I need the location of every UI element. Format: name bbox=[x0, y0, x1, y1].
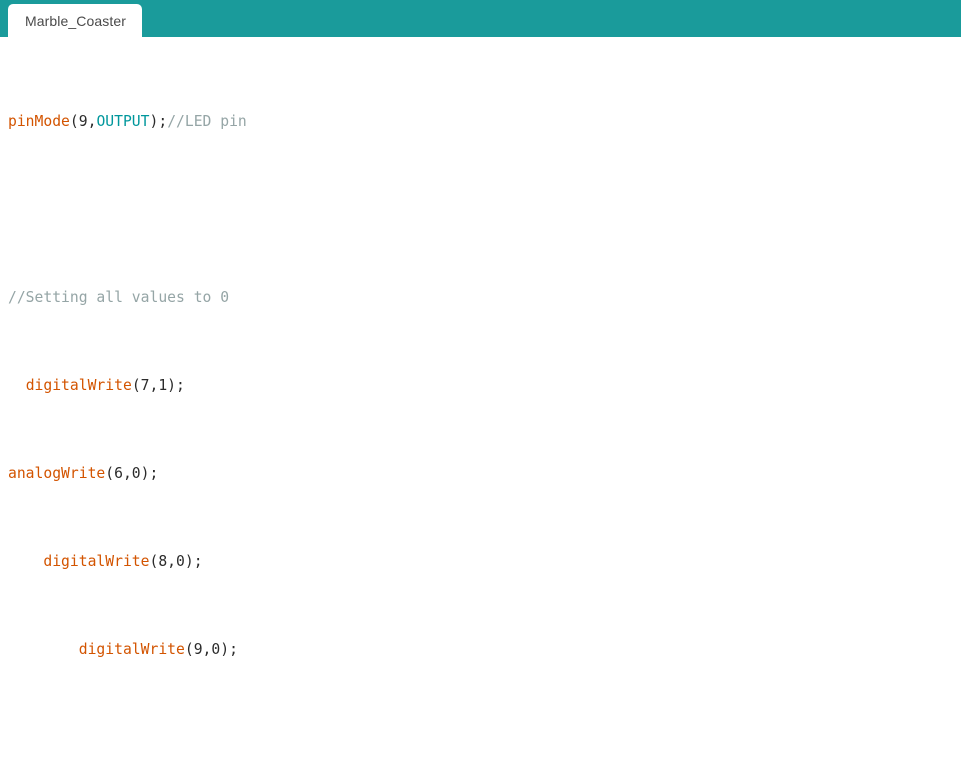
code-editor[interactable]: pinMode(9,OUTPUT);//LED pin //Setting al… bbox=[0, 37, 961, 772]
code-line: digitalWrite(9,0); bbox=[8, 639, 961, 661]
editor-tab-bar: Marble_Coaster bbox=[0, 0, 961, 37]
token-comment: //Setting all values to 0 bbox=[8, 289, 230, 306]
token-punctuation: (7,1); bbox=[131, 377, 185, 394]
token-comment: //LED pin bbox=[167, 113, 247, 130]
token-function: analogWrite bbox=[8, 465, 106, 482]
token-punctuation: (8,0); bbox=[149, 553, 203, 570]
code-line: digitalWrite(8,0); bbox=[8, 551, 961, 573]
code-line: analogWrite(6,0); bbox=[8, 463, 961, 485]
token-punctuation: (6,0); bbox=[105, 465, 159, 482]
token-function: pinMode bbox=[8, 113, 70, 130]
tab-label: Marble_Coaster bbox=[25, 12, 126, 29]
token-function: digitalWrite bbox=[25, 377, 132, 394]
token-function: digitalWrite bbox=[78, 641, 185, 658]
token-function: digitalWrite bbox=[43, 553, 150, 570]
code-line: pinMode(9,OUTPUT);//LED pin bbox=[8, 111, 961, 133]
code-text-area[interactable]: pinMode(9,OUTPUT);//LED pin //Setting al… bbox=[0, 45, 961, 772]
token-constant: OUTPUT bbox=[96, 113, 150, 130]
token-punctuation: ); bbox=[149, 113, 168, 130]
code-line: digitalWrite(7,1); bbox=[8, 375, 961, 397]
tab-marble-coaster[interactable]: Marble_Coaster bbox=[8, 4, 142, 37]
code-line: //Setting all values to 0 bbox=[8, 287, 961, 309]
token-punctuation: (9, bbox=[69, 113, 97, 130]
token-punctuation: (9,0); bbox=[184, 641, 238, 658]
